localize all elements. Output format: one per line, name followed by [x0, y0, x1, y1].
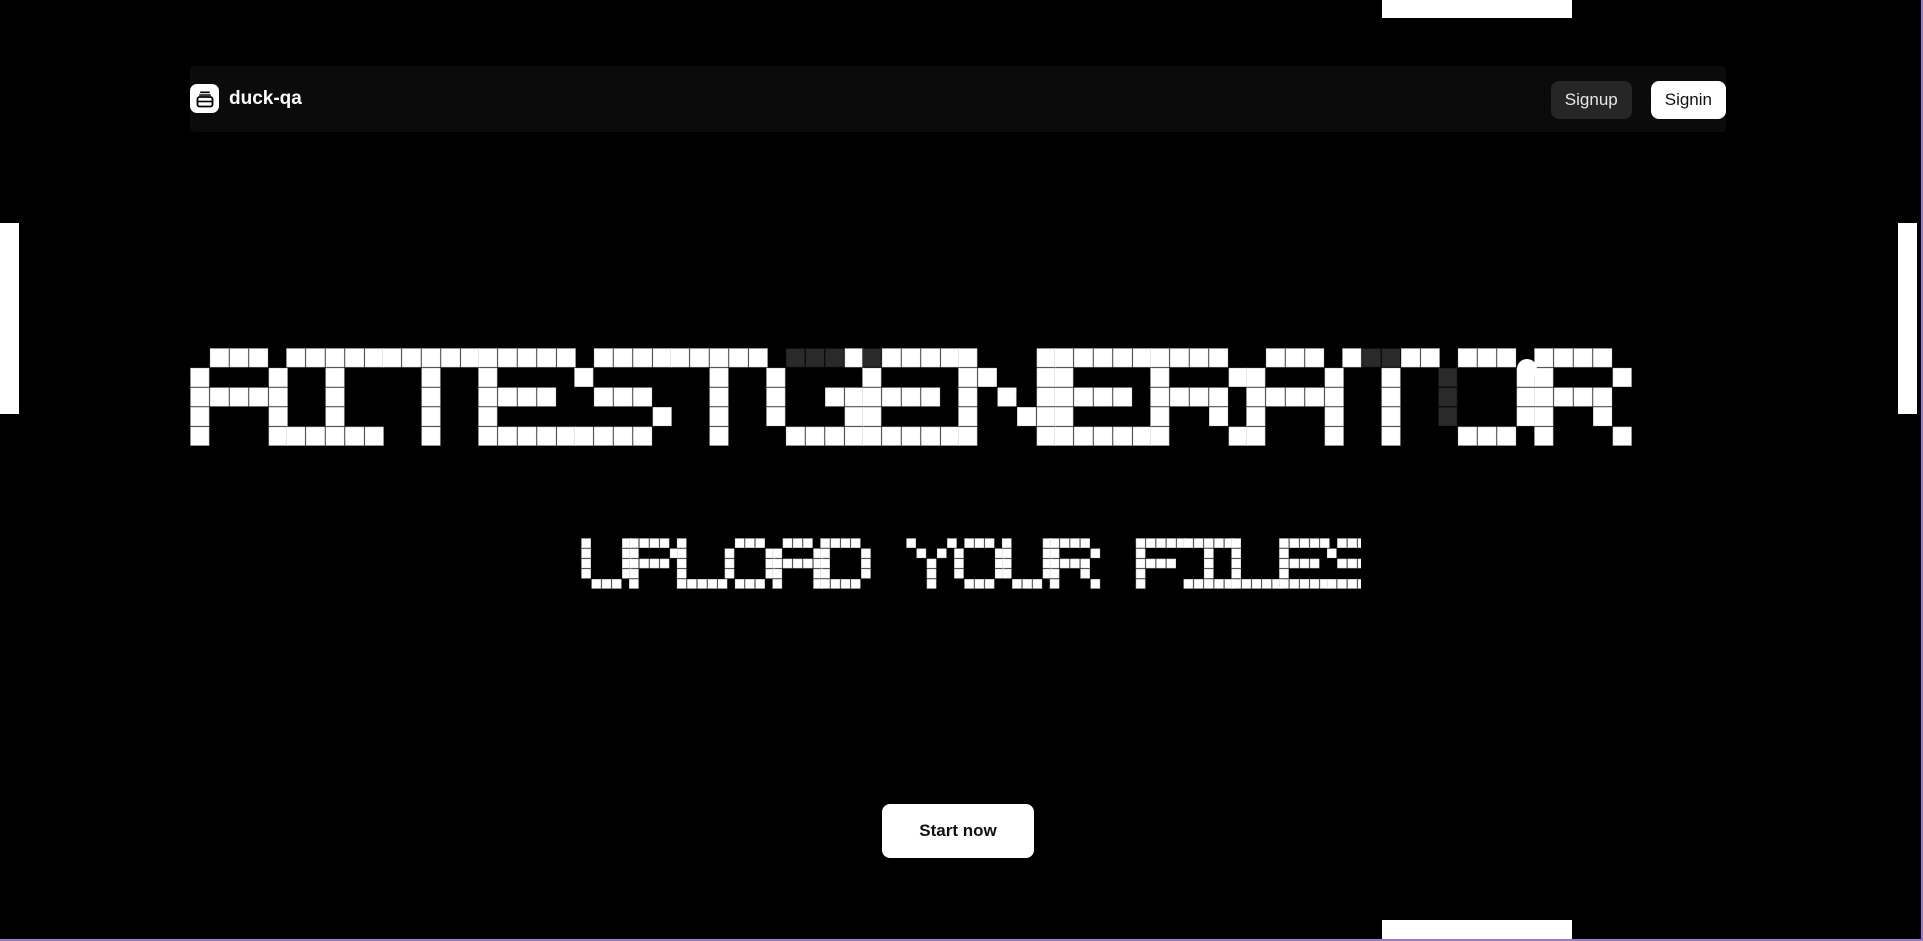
subtitle-letter-l — [676, 538, 728, 589]
title-letter-r — [1150, 348, 1248, 446]
subtitle-letter-a — [772, 538, 823, 589]
ball — [1517, 359, 1537, 379]
window-frame — [0, 0, 1923, 941]
title-letter-n — [958, 348, 1056, 446]
subtitle-letter-f — [1135, 538, 1187, 589]
subtitle-letter-u — [1001, 538, 1053, 589]
navbar: duck-qa Signup Signin — [190, 66, 1726, 132]
title-letter-e — [478, 348, 576, 446]
subtitle-letter-y — [906, 538, 957, 589]
start-now-button[interactable]: Start now — [882, 804, 1034, 858]
archive-box-icon — [190, 84, 219, 113]
subtitle-letter-u — [581, 538, 632, 589]
title-letter-a — [190, 348, 288, 446]
title-letter-t — [1342, 348, 1440, 446]
subtitle-letter-s — [1326, 538, 1361, 589]
signup-button[interactable]: Signup — [1550, 81, 1632, 119]
left-paddle — [0, 223, 19, 414]
title-letter-t — [670, 348, 768, 446]
bottom-paddle — [1382, 920, 1572, 939]
brand-name: duck-qa — [229, 87, 302, 109]
signin-button[interactable]: Signin — [1650, 81, 1726, 119]
brand[interactable]: duck-qa — [190, 84, 302, 113]
title-letter-t — [382, 348, 480, 446]
nav-actions: Signup Signin — [1550, 81, 1726, 119]
subtitle-letter-o — [954, 538, 1005, 589]
title-letter-e — [862, 348, 960, 446]
subtitle-letter-d — [820, 538, 871, 589]
subtitle-letter-i — [1183, 538, 1234, 589]
right-paddle — [1898, 223, 1917, 414]
hero-title-pixel-text — [190, 348, 1632, 446]
title-letter-e — [1054, 348, 1152, 446]
title-letter-a — [1246, 348, 1344, 446]
subtitle-letter-l — [1231, 538, 1282, 589]
subtitle-letter-o — [724, 538, 776, 589]
hero-subtitle-pixel-text — [581, 538, 1361, 589]
subtitle-letter-r — [1049, 538, 1101, 589]
title-letter-r — [1534, 348, 1632, 446]
title-letter-s — [574, 348, 672, 446]
subtitle-letter-e — [1279, 538, 1330, 589]
title-letter-g — [766, 348, 864, 446]
title-letter-i — [286, 348, 384, 446]
subtitle-letter-p — [629, 538, 680, 589]
top-paddle — [1382, 0, 1572, 18]
